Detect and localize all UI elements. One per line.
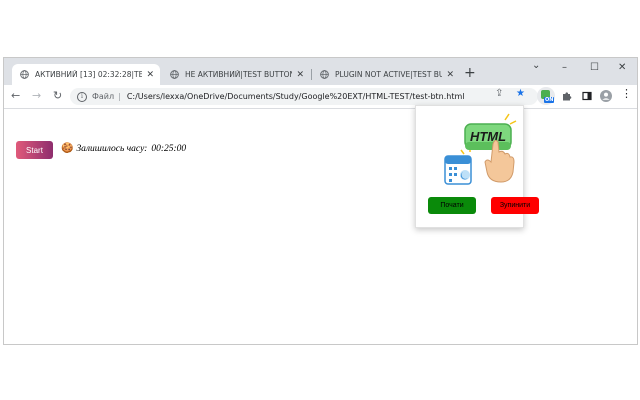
back-icon[interactable]: ← bbox=[11, 89, 20, 103]
chevron-down-icon[interactable]: ⌄ bbox=[532, 60, 540, 71]
timer-value: 00:25:00 bbox=[151, 143, 187, 154]
tab-inactive[interactable]: PLUGIN NOT ACTIVE|TEST BUTTON ✕ bbox=[312, 64, 460, 85]
cookie-icon: 🍪 bbox=[61, 143, 74, 154]
share-icon[interactable]: ⇪ bbox=[495, 89, 503, 99]
close-window-icon[interactable]: ✕ bbox=[618, 62, 626, 73]
toolbar: ← → ↻ i Файл | C:/Users/lexxa/OneDrive/D… bbox=[4, 85, 637, 109]
puzzle-icon[interactable] bbox=[562, 91, 572, 101]
extension-badge: ON bbox=[544, 97, 555, 103]
close-icon[interactable]: ✕ bbox=[146, 70, 154, 80]
illustration-text: HTML bbox=[470, 129, 506, 144]
browser-window: АКТИВНИЙ [13] 02:32:28|TEST BUTTON ✕ НЕ … bbox=[3, 57, 638, 345]
timer-label: Залишилось часу: bbox=[76, 143, 148, 154]
timer-row: 🍪 Залишилось часу: 00:25:00 bbox=[61, 143, 186, 154]
page-content: Start 🍪 Залишилось часу: 00:25:00 bbox=[4, 109, 637, 344]
globe-icon bbox=[170, 70, 179, 79]
popup-start-button[interactable]: Почати bbox=[428, 197, 476, 214]
address-divider: | bbox=[118, 92, 121, 101]
address-bar[interactable]: i Файл | C:/Users/lexxa/OneDrive/Documen… bbox=[70, 88, 538, 105]
profile-icon[interactable] bbox=[600, 90, 612, 102]
minimize-icon[interactable]: – bbox=[562, 62, 567, 73]
html-click-illustration-icon: HTML bbox=[444, 113, 517, 185]
popup-stop-button[interactable]: Зупинити bbox=[491, 197, 539, 214]
tab-title: PLUGIN NOT ACTIVE|TEST BUTTON bbox=[335, 70, 442, 79]
url-text[interactable]: C:/Users/lexxa/OneDrive/Documents/Study/… bbox=[127, 92, 465, 101]
sidepanel-icon[interactable] bbox=[582, 91, 592, 101]
globe-icon bbox=[20, 70, 29, 79]
extension-popup: HTML Почати Зупинити bbox=[415, 105, 539, 228]
new-tab-button[interactable]: + bbox=[464, 66, 476, 80]
tab-strip: АКТИВНИЙ [13] 02:32:28|TEST BUTTON ✕ НЕ … bbox=[4, 58, 637, 85]
reload-icon[interactable]: ↻ bbox=[53, 89, 62, 103]
tab-title: АКТИВНИЙ [13] 02:32:28|TEST BUTTON bbox=[35, 70, 143, 79]
forward-icon[interactable]: → bbox=[32, 89, 41, 103]
tab-title: НЕ АКТИВНИЙ|TEST BUTTON bbox=[185, 70, 293, 79]
close-icon[interactable]: ✕ bbox=[446, 70, 454, 80]
tab-inactive[interactable]: НЕ АКТИВНИЙ|TEST BUTTON ✕ bbox=[162, 64, 310, 85]
maximize-icon[interactable]: ☐ bbox=[590, 62, 599, 73]
info-icon[interactable]: i bbox=[77, 91, 87, 102]
menu-icon[interactable]: ⋮ bbox=[621, 88, 632, 99]
extension-button[interactable]: ON bbox=[537, 87, 555, 105]
protocol-label: Файл bbox=[92, 92, 115, 101]
close-icon[interactable]: ✕ bbox=[296, 70, 304, 80]
start-button[interactable]: Start bbox=[16, 141, 53, 159]
star-icon[interactable]: ★ bbox=[516, 89, 525, 99]
tab-active[interactable]: АКТИВНИЙ [13] 02:32:28|TEST BUTTON ✕ bbox=[12, 64, 160, 85]
globe-icon bbox=[320, 70, 329, 79]
